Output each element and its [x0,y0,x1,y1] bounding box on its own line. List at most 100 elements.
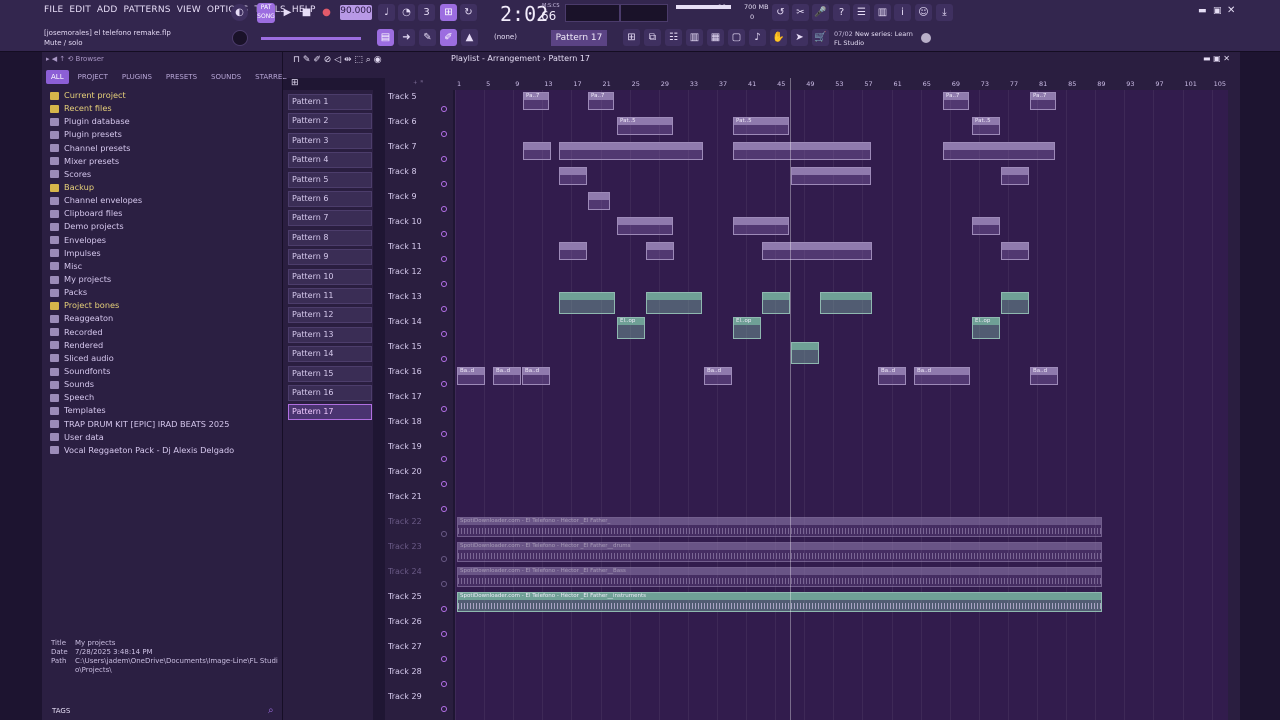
playlist-grid[interactable]: Pa..7 Pa..7 Pa..7 Pa..7 Pat..5 Pat..5 Pat..5 El… [455,90,1228,720]
pattern-clip[interactable]: Ba..d [457,367,485,385]
wait-input-icon[interactable]: ◔ [398,4,415,21]
brush-icon[interactable]: ✐ [440,29,457,46]
select-icon[interactable]: ⬚ [354,55,363,65]
pattern-clip[interactable]: El..op [617,317,645,339]
tab-project[interactable]: PROJECT [73,70,113,84]
browser-item[interactable]: Channel presets [50,142,234,155]
playback-icon[interactable]: ◉ [374,55,382,65]
pattern-clip[interactable]: Pa..7 [588,92,614,110]
pattern-clip[interactable]: El..op [733,317,761,339]
track-mute-toggle[interactable] [441,381,447,387]
track-mute-toggle[interactable] [441,581,447,587]
browser-item[interactable]: Demo projects [50,220,234,233]
track-name[interactable]: Track 6 [388,117,417,126]
pattern-clip[interactable]: Pa..7 [1030,92,1056,110]
pattern-clip[interactable]: Pat..5 [972,117,1000,135]
browser-item[interactable]: Sounds [50,378,234,391]
marketplace-icon[interactable]: ➤ [791,29,808,46]
play-icon[interactable]: ▶ [279,4,296,21]
browser-item[interactable]: Project bones [50,299,234,312]
pattern-clip[interactable]: Ba..d [522,367,550,385]
pattern-item[interactable]: Pattern 17 [288,404,372,421]
cut-icon[interactable]: ✂ [792,4,809,21]
track-mute-toggle[interactable] [441,531,447,537]
track-name[interactable]: Track 5 [388,92,417,101]
browser-item[interactable]: Rendered [50,339,234,352]
pattern-clip[interactable] [617,217,673,235]
magnet-icon[interactable]: ⊓ [293,55,300,65]
browser-item[interactable]: Channel envelopes [50,194,234,207]
timeline-ruler[interactable]: 1 5 9 13 17 21 25 29 33 37 41 45 49 53 57 61 65 69 73 77 81 8… [455,78,1228,90]
pattern-clip[interactable] [646,292,702,314]
browser-item[interactable]: Scores [50,168,234,181]
piano-roll-icon[interactable]: ▦ [707,29,724,46]
pattern-clip[interactable]: Ba..d [878,367,906,385]
master-volume-knob[interactable]: ◐ [231,4,248,21]
track-mute-toggle[interactable] [441,656,447,662]
pattern-clip[interactable] [791,167,871,185]
pattern-clip[interactable] [733,217,789,235]
paint-icon[interactable]: ✐ [313,55,321,65]
pattern-clip[interactable] [791,342,819,364]
track-mute-toggle[interactable] [441,106,447,112]
pattern-item[interactable]: Pattern 13 [288,326,372,343]
add-pattern-icon[interactable]: ⊞ [623,29,640,46]
mixer-view-icon[interactable]: ▥ [686,29,703,46]
track-name[interactable]: Track 27 [388,642,422,651]
tempo-display[interactable]: 90.000 [340,5,372,20]
track-name[interactable]: Track 10 [388,217,422,226]
pattern-item[interactable]: Pattern 8 [288,229,372,246]
track-name[interactable]: Track 7 [388,142,417,151]
pattern-item[interactable]: Pattern 6 [288,191,372,207]
tab-plugins[interactable]: PLUGINS [117,70,157,84]
audio-clip[interactable]: SpotiDownloader.com - El Telefono - Héct… [457,542,1102,562]
playlist-icon[interactable]: ▤ [377,29,394,46]
download-icon[interactable]: ⤓ [936,4,953,21]
tab-presets[interactable]: PRESETS [161,70,202,84]
menu-file[interactable]: FILE [44,5,63,15]
pattern-clip[interactable] [559,167,587,185]
track-name[interactable]: Track 24 [388,567,422,576]
browser-item[interactable]: Current project [50,89,234,102]
minimize-icon[interactable]: ▬ [1198,6,1207,16]
pattern-clip[interactable] [733,142,871,160]
browser-nav-icon[interactable]: ▸ ◀ ↑ ⟲ [46,55,76,63]
pattern-clip[interactable] [559,292,615,314]
pattern-item[interactable]: Pattern 11 [288,288,372,304]
browser-item[interactable]: Vocal Reggaeton Pack - Dj Alexis Delgado [50,444,234,457]
arrow-icon[interactable]: ➜ [398,29,415,46]
master-pitch-knob[interactable] [232,30,248,46]
browser-item[interactable]: Speech [50,391,234,404]
pattern-clip[interactable] [646,242,674,260]
piano-icon[interactable]: ▥ [874,4,891,21]
pattern-clip[interactable] [588,192,610,210]
browser-item[interactable]: Recent files [50,102,234,115]
pattern-item[interactable]: Pattern 12 [288,307,372,324]
pattern-clip[interactable]: Pat..5 [617,117,673,135]
track-name[interactable]: Track 11 [388,242,422,251]
browser-item[interactable]: Clipboard files [50,207,234,220]
pattern-item[interactable]: Pattern 16 [288,385,372,401]
track-name[interactable]: Track 23 [388,542,422,551]
pattern-item[interactable]: Pattern 5 [288,171,372,188]
snap-select[interactable]: (none) [494,33,517,41]
track-name[interactable]: Track 17 [388,392,422,401]
browser-item[interactable]: My projects [50,273,234,286]
browser-item[interactable]: Soundfonts [50,365,234,378]
track-mute-toggle[interactable] [441,481,447,487]
browser-item[interactable]: Envelopes [50,234,234,247]
pattern-item[interactable]: Pattern 14 [288,346,372,363]
browser-item[interactable]: Templates [50,404,234,417]
pattern-clip[interactable] [820,292,872,314]
vertical-scrollbar[interactable] [1228,78,1240,720]
track-mute-toggle[interactable] [441,256,447,262]
pattern-clip[interactable] [1001,167,1029,185]
zoom-icon[interactable]: ⌕ [366,55,371,65]
track-name[interactable]: Track 25 [388,592,422,601]
pattern-item[interactable]: Pattern 3 [288,132,372,149]
track-mute-toggle[interactable] [441,181,447,187]
track-mute-toggle[interactable] [441,556,447,562]
browser-item[interactable]: Sliced audio [50,352,234,365]
pattern-clip[interactable]: El..op [972,317,1000,339]
menu-edit[interactable]: EDIT [69,5,91,15]
